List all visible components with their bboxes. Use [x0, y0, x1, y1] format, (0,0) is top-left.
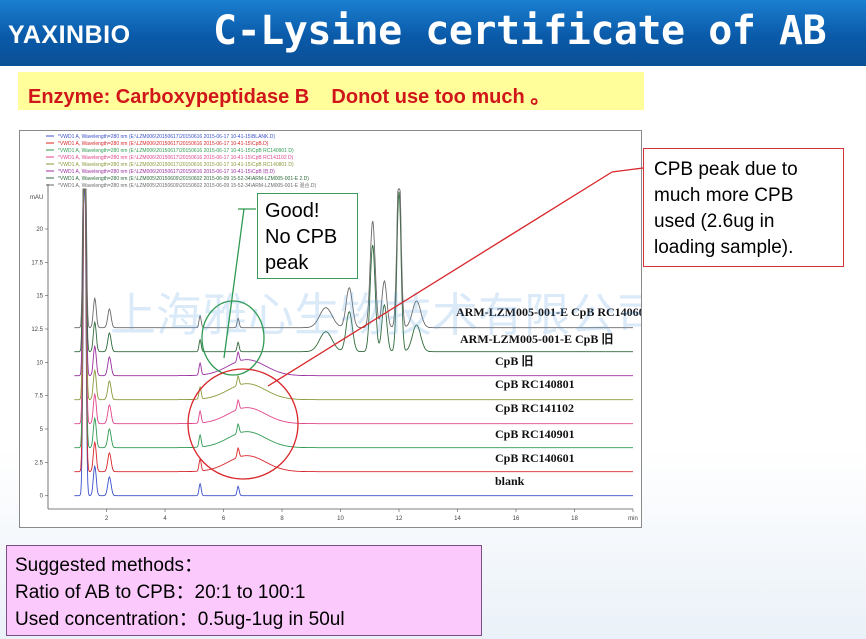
methods-line-1: Suggested methods： — [15, 555, 204, 576]
legend-entry: *VWD1 A, Wavelength=280 nm (E:\LZM006\20… — [58, 134, 275, 140]
legend-entry: *VWD1 A, Wavelength=280 nm (E:\LZM006\20… — [58, 168, 275, 175]
page-title: C-Lysine certificate of AB — [213, 8, 827, 54]
good-callout-line-1: Good! — [265, 200, 320, 222]
x-tick-label: 8 — [280, 516, 284, 522]
y-tick-label: 7.5 — [35, 394, 44, 400]
good-callout-line-2: No CPB — [265, 226, 338, 248]
x-tick-label: 4 — [163, 516, 167, 522]
x-tick-label: 6 — [222, 516, 226, 522]
legend-entry: *VWD1 A, Wavelength=280 nm (E:\LZM005\20… — [58, 182, 316, 189]
cpb-callout-line-2: much more CPB — [654, 185, 794, 206]
y-tick-label: 17.5 — [31, 260, 43, 266]
watermark-text: 上海雅心生物技术有限公司 — [110, 288, 641, 342]
cpb-callout-line-3: used (2.6ug in — [654, 211, 775, 232]
series-label: CpB RC140801 — [495, 377, 575, 391]
x-tick-label: 2 — [105, 516, 109, 522]
series-label: CpB RC141102 — [495, 401, 574, 415]
x-tick-label: 16 — [513, 516, 520, 522]
header-bar: YAXINBIO C-Lysine certificate of AB — [0, 0, 866, 66]
chromatogram-chart: *VWD1 A, Wavelength=280 nm (E:\LZM006\20… — [19, 130, 642, 528]
y-tick-label: 15 — [36, 294, 43, 300]
series-label: CpB 旧 — [495, 354, 533, 368]
enzyme-note-text: Enzyme: Carboxypeptidase B Donot use too… — [28, 86, 551, 108]
series-label: CpB RC140601 — [495, 451, 575, 465]
x-tick-label: min — [628, 516, 638, 522]
series-label: blank — [495, 474, 525, 488]
x-tick-label: 12 — [396, 516, 403, 522]
methods-line-3: Used concentration：0.5ug-1ug in 50ul — [15, 609, 345, 630]
cpb-callout-line-1: CPB peak due to — [654, 159, 798, 180]
suggested-methods-box: Suggested methods： Ratio of AB to CPB：20… — [6, 545, 482, 636]
series-label: CpB RC140901 — [495, 427, 575, 441]
legend-entry: *VWD1 A, Wavelength=280 nm (E:\LZM006\20… — [58, 148, 294, 154]
legend-entry: *VWD1 A, Wavelength=280 nm (E:\LZM006\20… — [58, 141, 269, 147]
methods-line-2: Ratio of AB to CPB：20:1 to 100:1 — [15, 582, 306, 603]
enzyme-note-box: Enzyme: Carboxypeptidase B Donot use too… — [18, 72, 644, 110]
good-callout-line-3: peak — [265, 252, 309, 274]
cpb-peak-callout: CPB peak due to much more CPB used (2.6u… — [643, 148, 844, 267]
x-tick-label: 14 — [454, 516, 461, 522]
y-tick-label: 5 — [40, 427, 44, 433]
y-tick-label: 2.5 — [35, 460, 44, 466]
cpb-callout-line-4: loading sample). — [654, 237, 794, 258]
x-tick-label: 10 — [337, 516, 344, 522]
y-axis-label: mAU — [30, 195, 43, 201]
x-tick-label: 18 — [571, 516, 578, 522]
legend-entry: *VWD1 A, Wavelength=280 nm (E:\LZM005\20… — [58, 176, 309, 182]
y-tick-label: 10 — [36, 360, 43, 366]
good-callout: Good! No CPB peak — [257, 193, 358, 279]
chromatogram-svg: *VWD1 A, Wavelength=280 nm (E:\LZM006\20… — [30, 134, 641, 522]
y-tick-label: 20 — [36, 227, 43, 233]
brand-logo-text: YAXINBIO — [8, 21, 131, 49]
legend-entry: *VWD1 A, Wavelength=280 nm (E:\LZM006\20… — [58, 162, 294, 168]
legend-entry: *VWD1 A, Wavelength=280 nm (E:\LZM006\20… — [58, 155, 294, 161]
y-tick-label: 12.5 — [31, 327, 43, 333]
y-tick-label: 0 — [40, 494, 44, 500]
